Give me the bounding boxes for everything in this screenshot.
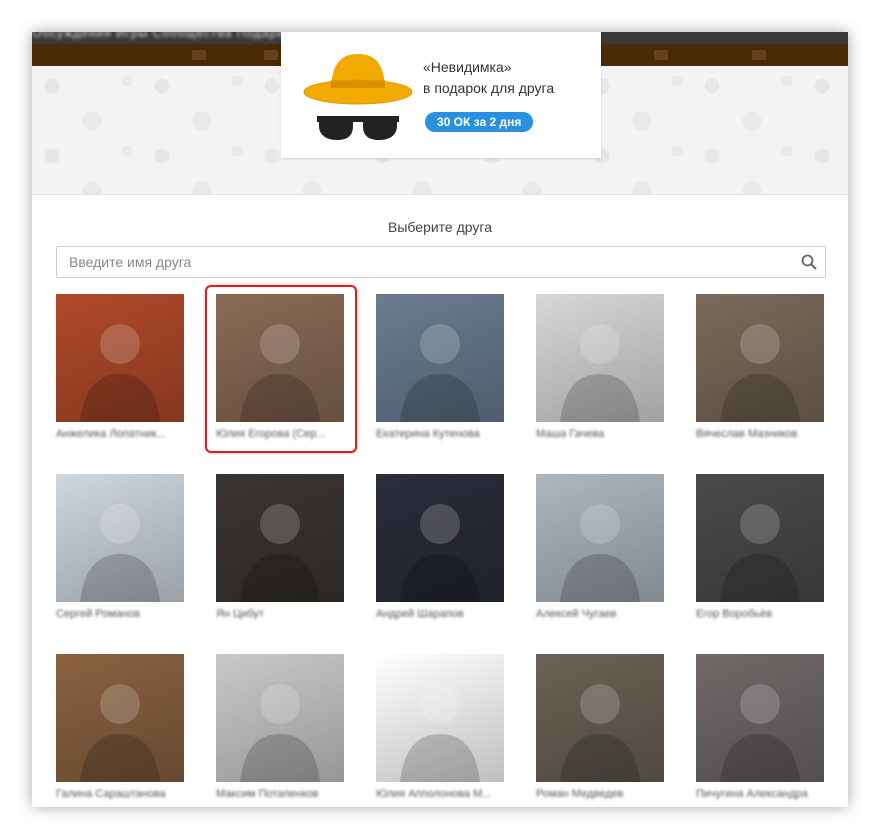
friend-name: Роман Медведев (536, 788, 624, 800)
gift-card: «Невидимка» в подарок для друга 30 ОК за… (281, 32, 601, 158)
friend-avatar[interactable] (56, 294, 184, 422)
friend-avatar[interactable] (376, 294, 504, 422)
friend-name: Сергей Романов (56, 608, 140, 620)
friend-name: Ян Цибут (216, 608, 264, 620)
friend-avatar[interactable] (696, 654, 824, 782)
friend-tile[interactable]: Екатерина Кутенова (376, 294, 504, 446)
friend-name: Пичугина Александра (696, 788, 808, 800)
friend-avatar[interactable] (216, 654, 344, 782)
friend-tile[interactable]: Вячеслав Мазников (696, 294, 824, 446)
friend-name: Юлия Егорова (Сер... (216, 428, 326, 440)
price-button[interactable]: 30 ОК за 2 дня (425, 112, 534, 132)
friend-avatar[interactable] (216, 294, 344, 422)
search-input[interactable] (57, 247, 789, 277)
friend-tile[interactable]: Роман Медведев (536, 654, 664, 806)
friend-tile[interactable]: Юлия Егорова (Сер... (205, 285, 357, 453)
gift-name: «Невидимка» (423, 59, 512, 75)
friend-name: Екатерина Кутенова (376, 428, 480, 440)
friend-tile[interactable]: Юлия Апполонова М... (376, 654, 504, 806)
friend-name: Максим Потапенков (216, 788, 319, 800)
search-box[interactable] (56, 246, 826, 278)
friend-avatar[interactable] (536, 654, 664, 782)
friend-name: Маша Гачева (536, 428, 605, 440)
gift-dialog: Обсуждения Игры Сообщества Подарки «Неви… (32, 32, 848, 807)
friend-avatar[interactable] (376, 654, 504, 782)
friend-avatar[interactable] (536, 474, 664, 602)
friend-name: Юлия Апполонова М... (376, 788, 492, 800)
friend-tile[interactable]: Андрей Шарапов (376, 474, 504, 626)
search-icon[interactable] (801, 254, 817, 270)
friend-tile[interactable]: Максим Потапенков (216, 654, 344, 806)
choose-friend-title: Выберите друга (388, 219, 492, 235)
friend-name: Вячеслав Мазников (696, 428, 798, 440)
friend-name: Андрей Шарапов (376, 608, 464, 620)
friend-tile[interactable]: Ян Цибут (216, 474, 344, 626)
friend-tile[interactable]: Алексей Чугаев (536, 474, 664, 626)
friend-tile[interactable]: Галина Сараштанова (56, 654, 184, 806)
video-icon[interactable] (752, 50, 766, 60)
friend-tile[interactable]: Сергей Романов (56, 474, 184, 626)
friend-avatar[interactable] (696, 294, 824, 422)
site-menu-text: Обсуждения Игры Сообщества Подарки (32, 32, 292, 40)
mail-icon[interactable] (192, 50, 206, 60)
friend-avatar[interactable] (216, 474, 344, 602)
friend-tile[interactable]: Маша Гачева (536, 294, 664, 446)
gift-subtitle: в подарок для друга (423, 80, 555, 96)
invisible-hat-glasses-icon (303, 54, 413, 140)
friend-name: Алексей Чугаев (536, 608, 617, 620)
friend-avatar[interactable] (56, 654, 184, 782)
friend-avatar[interactable] (696, 474, 824, 602)
friend-name: Егор Воробьёв (696, 608, 773, 620)
friend-tile[interactable]: Егор Воробьёв (696, 474, 824, 626)
notes-icon[interactable] (264, 50, 278, 60)
friend-avatar[interactable] (376, 474, 504, 602)
friend-tile[interactable]: Пичугина Александра (696, 654, 824, 806)
friend-tile[interactable]: Анжелика Лопатник... (56, 294, 184, 446)
friend-name: Анжелика Лопатник... (56, 428, 166, 440)
friend-avatar[interactable] (536, 294, 664, 422)
friend-avatar[interactable] (56, 474, 184, 602)
friend-name: Галина Сараштанова (56, 788, 166, 800)
music-icon[interactable] (654, 50, 668, 60)
